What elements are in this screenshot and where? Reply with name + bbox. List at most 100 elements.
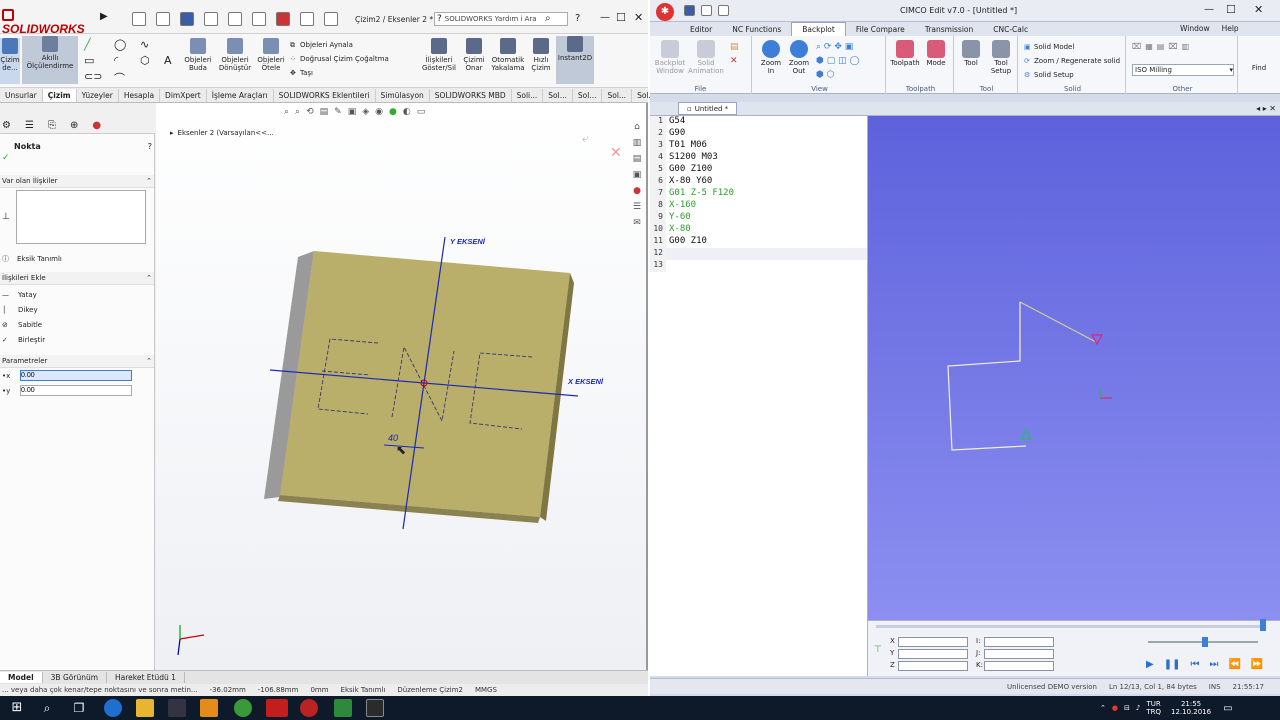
cim-save-icon[interactable]: [684, 5, 695, 16]
sw-tab[interactable]: Yüzeyler: [77, 88, 119, 102]
help-menu[interactable]: Help: [1222, 24, 1239, 33]
language-indicator[interactable]: TUR TRQ: [1146, 700, 1161, 716]
display-icon[interactable]: ●: [92, 120, 101, 131]
dimension-value[interactable]: 40: [388, 433, 398, 443]
cimco-tab[interactable]: NC Functions: [722, 23, 791, 36]
quick-snaps-button[interactable]: Otomatik Yakalama: [490, 38, 526, 72]
sw-tab[interactable]: Çizim: [42, 88, 77, 102]
coord-field[interactable]: [984, 637, 1054, 647]
code-line[interactable]: 5 G00 Z100: [650, 164, 867, 176]
cim-undo-icon[interactable]: [701, 5, 712, 16]
sw-bottom-tab[interactable]: 3B Görünüm: [43, 672, 108, 683]
save-icon[interactable]: [180, 12, 194, 26]
relation-item[interactable]: │ Dikey: [2, 302, 152, 317]
cimco-tab[interactable]: Transmission: [915, 23, 983, 36]
media-app-icon[interactable]: [200, 699, 218, 717]
sw-bottom-tab[interactable]: Model: [0, 672, 43, 683]
view-ortho-icon[interactable]: ◯: [850, 56, 860, 66]
view-iso-icon[interactable]: ⬢: [816, 56, 824, 66]
view-top-icon[interactable]: ▣: [845, 42, 854, 52]
coord-field[interactable]: [984, 661, 1054, 671]
code-line[interactable]: 13: [650, 260, 867, 272]
custom-props-icon[interactable]: ☰: [630, 199, 644, 215]
relation-item[interactable]: — Yatay: [2, 287, 152, 302]
cimco-task-icon[interactable]: [300, 699, 318, 717]
minimize-button[interactable]: —: [1204, 4, 1214, 15]
print-icon[interactable]: [204, 12, 218, 26]
coord-field[interactable]: [898, 649, 968, 659]
rapid-sketch-button[interactable]: Hızlı Çizim: [528, 38, 554, 72]
sw-tab[interactable]: İşleme Araçları: [207, 88, 274, 102]
fillet-tool-icon[interactable]: ⌒: [114, 70, 125, 86]
other-tool-2-icon[interactable]: ▦: [1145, 42, 1153, 51]
relation-item[interactable]: ⊘ Sabitle: [2, 317, 152, 332]
help-circle-icon[interactable]: ?: [148, 142, 152, 151]
terminal-app-icon[interactable]: [366, 699, 384, 717]
code-line[interactable]: 1 G54: [650, 116, 867, 128]
tray-app-icon[interactable]: ●: [1112, 704, 1118, 712]
solid-setup-button[interactable]: ⚙ Solid Setup: [1024, 68, 1120, 82]
sw-tab[interactable]: Sol...: [573, 88, 603, 102]
code-line[interactable]: 7 G01 Z-5 F120: [650, 188, 867, 200]
other-tool-5-icon[interactable]: ▥: [1182, 42, 1190, 51]
text-tool-icon[interactable]: A: [164, 54, 172, 67]
coord-field[interactable]: [898, 661, 968, 671]
network-icon[interactable]: ⊟: [1124, 704, 1130, 712]
help-icon[interactable]: ?: [575, 13, 580, 24]
edge-browser-icon[interactable]: [104, 699, 122, 717]
parameters-header[interactable]: Parametreler ⌃: [0, 355, 154, 368]
file-props-icon[interactable]: [300, 12, 314, 26]
sw-bottom-tab[interactable]: Hareket Etüdü 1: [107, 672, 185, 683]
skip-back-icon[interactable]: ⏪: [1228, 659, 1240, 670]
rotate-icon[interactable]: ⟳: [824, 42, 832, 52]
view-side-icon[interactable]: ◫: [838, 56, 847, 66]
chrome-icon[interactable]: [234, 699, 252, 717]
ok-check-icon[interactable]: ✓: [0, 153, 154, 163]
code-line[interactable]: 9 Y-60: [650, 212, 867, 224]
maximize-button[interactable]: ☐: [1226, 3, 1236, 16]
existing-relations-header[interactable]: Var olan İlişkiler ⌃: [0, 175, 154, 188]
sw-tab[interactable]: SOLIDWORKS Eklentileri: [274, 88, 376, 102]
view-front-icon[interactable]: ▢: [827, 56, 836, 66]
sw-graphics-area[interactable]: ⌕ ⌕ ⟲ ▤ ✎ ▣ ◈ ◉ ● ◐ ▭ ▸ Eksenler 2 (Vars…: [156, 103, 646, 670]
cimco-tab[interactable]: Backplot: [791, 22, 846, 36]
coord-field[interactable]: [898, 637, 968, 647]
other-tool-1-icon[interactable]: ⌧: [1132, 42, 1141, 51]
other-tool-4-icon[interactable]: ⌧: [1168, 42, 1177, 51]
step-back-icon[interactable]: ⏮: [1190, 659, 1199, 670]
rectangle-tool-icon[interactable]: ▭: [84, 54, 94, 67]
sw-tab[interactable]: Sol...: [543, 88, 573, 102]
feature-tree-icon[interactable]: ⚙: [2, 120, 11, 131]
task-view-icon[interactable]: ❐: [70, 699, 88, 717]
library-icon[interactable]: ▥: [630, 135, 644, 151]
file-open-icon[interactable]: ▤: [730, 42, 739, 52]
pan-icon[interactable]: ✥: [834, 42, 842, 52]
y-coord-input[interactable]: [20, 385, 132, 396]
zoom-fit-icon[interactable]: ⌕: [816, 42, 821, 52]
close-button[interactable]: ✕: [1254, 3, 1263, 16]
select-icon[interactable]: [252, 12, 266, 26]
code-line[interactable]: 2 G90: [650, 128, 867, 140]
code-line[interactable]: 4 S1200 M03: [650, 152, 867, 164]
close-button[interactable]: ✕: [634, 11, 643, 24]
repair-button[interactable]: Çizimi Onar: [460, 38, 488, 72]
pause-icon[interactable]: ❚❚: [1164, 659, 1181, 670]
open-icon[interactable]: [156, 12, 170, 26]
backplot-viewport[interactable]: [868, 116, 1280, 620]
solid-model-button[interactable]: ▣ Solid Model: [1024, 40, 1120, 54]
toolpath-button[interactable]: Toolpath: [890, 40, 920, 67]
existing-relations-list[interactable]: [16, 190, 146, 244]
tab-scroll-icon[interactable]: ◂ ▸ ✕: [1256, 104, 1280, 113]
options-gear-icon[interactable]: [324, 12, 338, 26]
smart-dimension-button[interactable]: Akıllı Ölçülendirme: [22, 36, 78, 84]
machine-select[interactable]: ISO Milling ▾: [1132, 64, 1234, 76]
code-line[interactable]: 10 X-80: [650, 224, 867, 236]
search-icon[interactable]: ⌕: [545, 13, 551, 24]
progress-slider[interactable]: [876, 625, 1266, 628]
step-forward-icon[interactable]: ⏭: [1209, 659, 1218, 670]
volume-icon[interactable]: ♪: [1136, 704, 1140, 712]
tool-setup-button[interactable]: Tool Setup: [986, 40, 1016, 75]
backplot-window-button[interactable]: Backplot Window: [652, 40, 688, 75]
file-explorer-icon[interactable]: ▤: [630, 151, 644, 167]
mode-button[interactable]: Mode: [922, 40, 950, 67]
